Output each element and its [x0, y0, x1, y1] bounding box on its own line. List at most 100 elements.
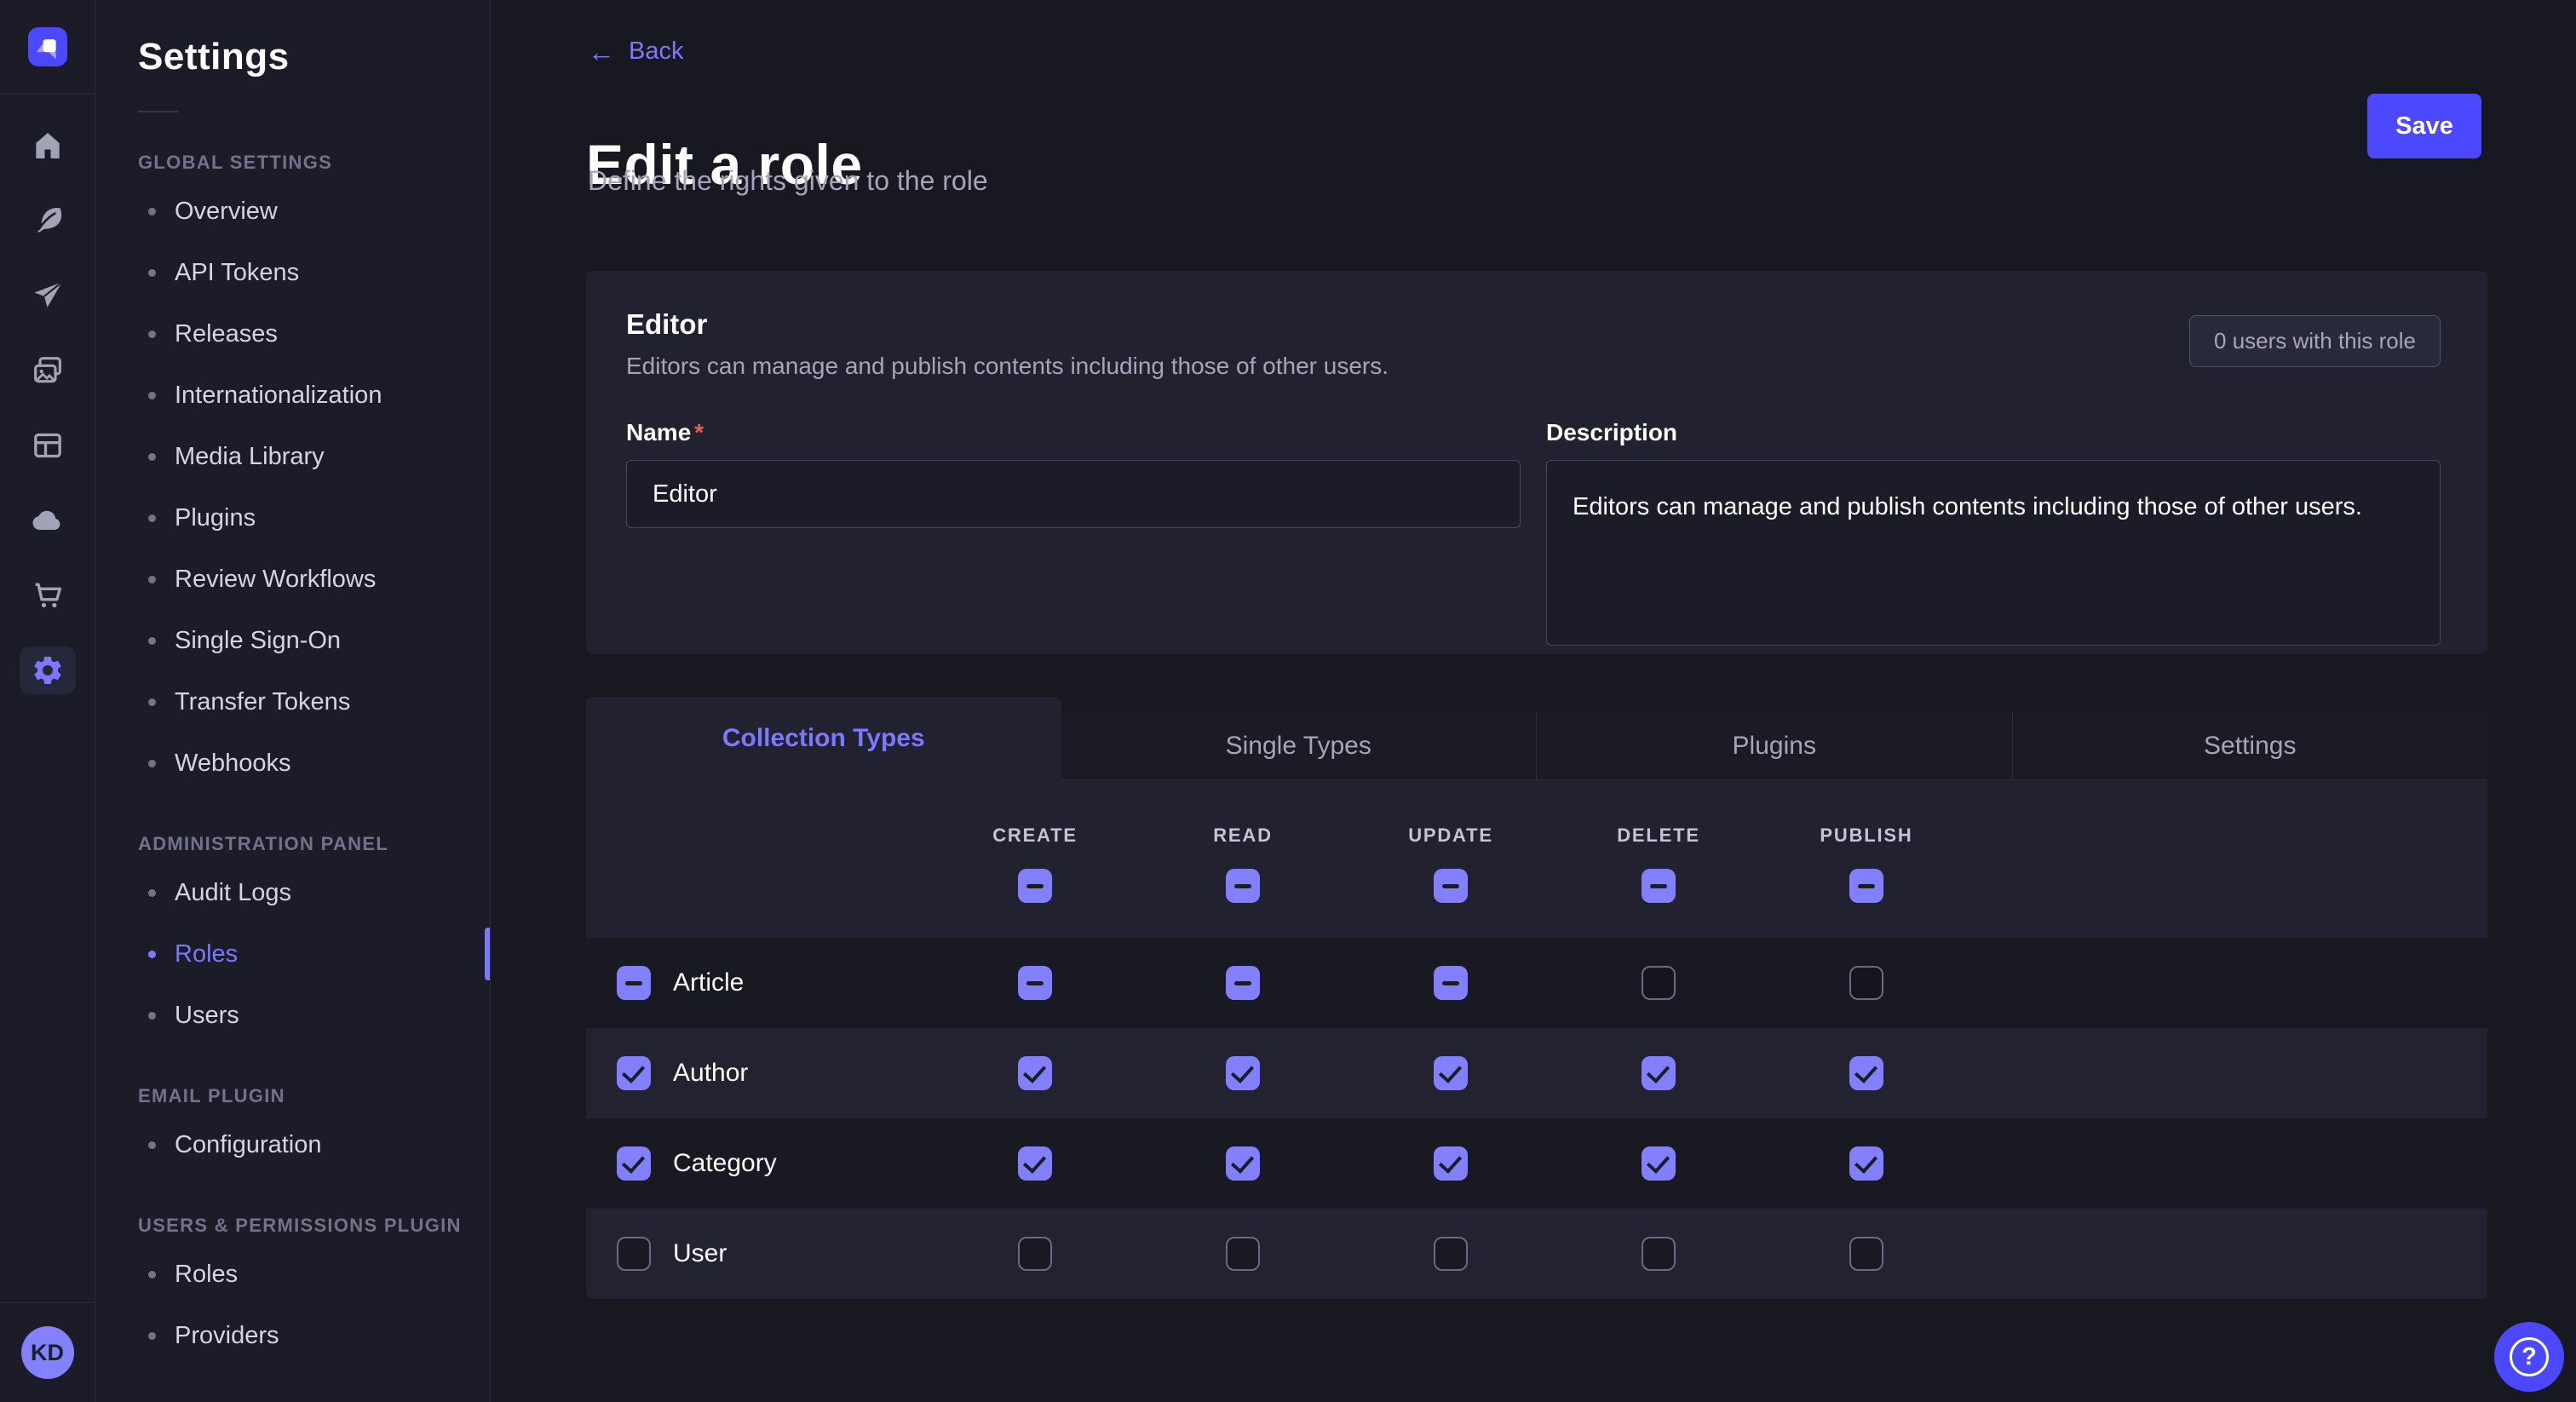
nav-section-label-users-permissions-plugin: USERS & PERMISSIONS PLUGIN	[138, 1215, 490, 1237]
help-button[interactable]: ?	[2494, 1322, 2564, 1392]
permission-cell	[1139, 1056, 1347, 1090]
bullet-icon	[148, 453, 156, 461]
column-label: CREATE	[992, 825, 1078, 847]
tab-plugins[interactable]: Plugins	[1536, 712, 2012, 780]
tab-settings[interactable]: Settings	[2012, 712, 2488, 780]
sidebar-item-media-library[interactable]: Media Library	[138, 426, 490, 487]
author-publish-checkbox[interactable]	[1849, 1056, 1883, 1090]
article-publish-checkbox[interactable]	[1849, 966, 1883, 1000]
name-field[interactable]	[626, 460, 1521, 528]
select-all-update-checkbox[interactable]	[1434, 869, 1468, 903]
home-icon[interactable]	[0, 108, 95, 183]
sidebar-item-roles[interactable]: Roles	[138, 1244, 490, 1305]
bullet-icon	[148, 576, 156, 583]
sidebar-item-label: API Tokens	[175, 259, 299, 287]
permission-cell	[931, 1237, 1139, 1271]
article-delete-checkbox[interactable]	[1642, 966, 1676, 1000]
article-create-checkbox[interactable]	[1018, 966, 1052, 1000]
settings-sidebar: Settings GLOBAL SETTINGSOverviewAPI Toke…	[95, 0, 491, 1402]
sidebar-sections: GLOBAL SETTINGSOverviewAPI TokensRelease…	[138, 152, 490, 1366]
category-publish-checkbox[interactable]	[1849, 1146, 1883, 1181]
content-type-label: Category	[673, 1149, 777, 1178]
permission-column-create: CREATE	[931, 825, 1139, 938]
sidebar-item-overview[interactable]: Overview	[138, 181, 490, 242]
sidebar-item-users[interactable]: Users	[138, 985, 490, 1046]
permission-column-delete: DELETE	[1555, 825, 1762, 938]
permission-cell	[1347, 966, 1555, 1000]
paper-plane-icon[interactable]	[0, 258, 95, 333]
main-content: ← Back Edit a role Define the rights giv…	[491, 0, 2576, 1402]
sidebar-item-plugins[interactable]: Plugins	[138, 487, 490, 549]
sidebar-item-audit-logs[interactable]: Audit Logs	[138, 862, 490, 923]
bullet-icon	[148, 269, 156, 277]
strapi-logo-icon[interactable]	[28, 27, 67, 66]
user-publish-checkbox[interactable]	[1849, 1237, 1883, 1271]
select-all-read-checkbox[interactable]	[1226, 869, 1260, 903]
select-row-author-checkbox[interactable]	[617, 1056, 651, 1090]
select-row-category-checkbox[interactable]	[617, 1146, 651, 1181]
page-subtitle: Define the rights given to the role	[588, 165, 988, 197]
sidebar-item-configuration[interactable]: Configuration	[138, 1114, 490, 1175]
sidebar-item-releases[interactable]: Releases	[138, 303, 490, 365]
sidebar-item-roles[interactable]: Roles	[138, 923, 490, 985]
nav-section-label-administration-panel: ADMINISTRATION PANEL	[138, 833, 490, 855]
media-icon[interactable]	[0, 333, 95, 408]
permission-columns: CREATEREADUPDATEDELETEPUBLISH	[931, 825, 1970, 938]
category-delete-checkbox[interactable]	[1642, 1146, 1676, 1181]
back-link[interactable]: ← Back	[588, 37, 683, 66]
content-type-label: Author	[673, 1059, 748, 1088]
select-row-article-checkbox[interactable]	[617, 966, 651, 1000]
sidebar-item-review-workflows[interactable]: Review Workflows	[138, 549, 490, 610]
permission-cell	[1762, 1056, 1970, 1090]
category-read-checkbox[interactable]	[1226, 1146, 1260, 1181]
sidebar-item-label: Releases	[175, 320, 278, 348]
user-read-checkbox[interactable]	[1226, 1237, 1260, 1271]
sidebar-item-api-tokens[interactable]: API Tokens	[138, 242, 490, 303]
author-read-checkbox[interactable]	[1226, 1056, 1260, 1090]
bullet-icon	[148, 698, 156, 706]
name-field-label: Name*	[626, 419, 704, 445]
permission-cell	[1762, 966, 1970, 1000]
sidebar-divider	[138, 111, 179, 112]
sidebar-item-label: Configuration	[175, 1131, 322, 1159]
role-description-text: Editors can manage and publish contents …	[626, 353, 1389, 380]
row-label-cell: Category	[617, 1146, 931, 1181]
cloud-icon[interactable]	[0, 483, 95, 558]
tab-single-types[interactable]: Single Types	[1061, 712, 1537, 780]
user-delete-checkbox[interactable]	[1642, 1237, 1676, 1271]
user-create-checkbox[interactable]	[1018, 1237, 1052, 1271]
save-button[interactable]: Save	[2367, 94, 2481, 158]
avatar[interactable]: KD	[21, 1326, 74, 1379]
cart-icon[interactable]	[0, 558, 95, 633]
role-name-heading: Editor	[626, 308, 1389, 341]
select-row-user-checkbox[interactable]	[617, 1237, 651, 1271]
sidebar-item-single-sign-on[interactable]: Single Sign-On	[138, 610, 490, 671]
users-count-badge[interactable]: 0 users with this role	[2189, 315, 2441, 367]
select-all-publish-checkbox[interactable]	[1849, 869, 1883, 903]
layout-icon[interactable]	[0, 408, 95, 483]
permission-cell	[1762, 1237, 1970, 1271]
article-read-checkbox[interactable]	[1226, 966, 1260, 1000]
user-update-checkbox[interactable]	[1434, 1237, 1468, 1271]
tab-collection-types[interactable]: Collection Types	[586, 697, 1061, 780]
sidebar-item-label: Audit Logs	[175, 879, 291, 907]
sidebar-item-transfer-tokens[interactable]: Transfer Tokens	[138, 671, 490, 733]
feather-icon[interactable]	[0, 183, 95, 258]
category-update-checkbox[interactable]	[1434, 1146, 1468, 1181]
author-delete-checkbox[interactable]	[1642, 1056, 1676, 1090]
sidebar-item-internationalization[interactable]: Internationalization	[138, 365, 490, 426]
sidebar-item-webhooks[interactable]: Webhooks	[138, 733, 490, 794]
author-create-checkbox[interactable]	[1018, 1056, 1052, 1090]
category-create-checkbox[interactable]	[1018, 1146, 1052, 1181]
author-update-checkbox[interactable]	[1434, 1056, 1468, 1090]
article-update-checkbox[interactable]	[1434, 966, 1468, 1000]
sidebar-item-providers[interactable]: Providers	[138, 1305, 490, 1366]
description-field[interactable]: Editors can manage and publish contents …	[1546, 460, 2441, 646]
select-all-delete-checkbox[interactable]	[1642, 869, 1676, 903]
settings-gear-icon[interactable]	[0, 633, 95, 708]
bullet-icon	[148, 1012, 156, 1020]
column-label: PUBLISH	[1820, 825, 1912, 847]
permission-cell	[1139, 966, 1347, 1000]
select-all-create-checkbox[interactable]	[1018, 869, 1052, 903]
description-field-label: Description	[1546, 419, 1677, 445]
